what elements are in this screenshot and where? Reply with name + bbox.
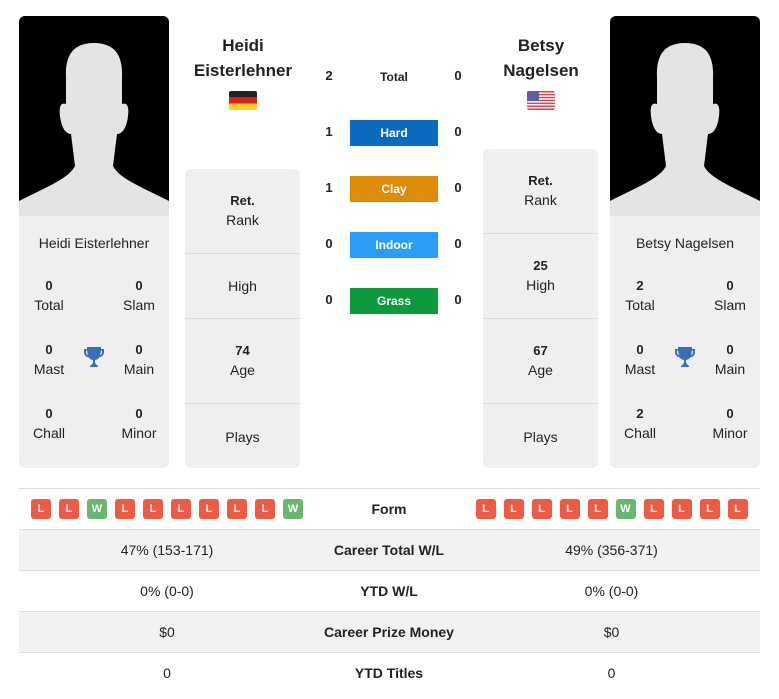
info-rank: Ret. Rank — [483, 149, 598, 234]
comparison-table: LLWLLLLLLW Form LLLLLWLLLL 47% (153-171)… — [19, 488, 760, 693]
value-left: 0% (0-0) — [140, 583, 194, 599]
row-label: Career Total W/L — [333, 542, 445, 558]
titles-mast: 0 Mast — [33, 342, 65, 377]
player-info-right: Ret. Rank 25 High 67 Age Plays — [483, 149, 598, 468]
player-header-left: Heidi Eisterlehner — [178, 33, 308, 115]
form-list-left: LLWLLLLLLW — [19, 499, 315, 519]
titles-minor: 0 Minor — [121, 406, 157, 441]
info-age: 74 Age — [185, 319, 300, 404]
form-loss-badge[interactable]: L — [171, 499, 191, 519]
titles-chall: 2 Chall — [624, 406, 656, 441]
career-prize-money-row: $0 Career Prize Money $0 — [19, 611, 760, 652]
form-list-right: LLLLLWLLLL — [463, 499, 760, 519]
usa-flag-icon — [527, 91, 555, 110]
player-name-link[interactable]: Heidi Eisterlehner — [178, 33, 308, 83]
surface-indoor-badge: Indoor — [350, 232, 438, 258]
form-win-badge[interactable]: W — [87, 499, 107, 519]
form-loss-badge[interactable]: L — [227, 499, 247, 519]
player-full-name: Heidi Eisterlehner — [38, 235, 150, 251]
info-age: 67 Age — [483, 319, 598, 404]
form-win-badge[interactable]: W — [283, 499, 303, 519]
surface-hard-badge: Hard — [350, 120, 438, 146]
form-loss-badge[interactable]: L — [671, 499, 692, 519]
form-loss-badge[interactable]: L — [643, 499, 664, 519]
row-label: YTD W/L — [360, 583, 418, 599]
form-loss-badge[interactable]: L — [31, 499, 51, 519]
ytd-titles-row: 0 YTD Titles 0 — [19, 652, 760, 693]
h2h-row-grass: 0 Grass 0 — [310, 288, 470, 314]
titles-slam: 0 Slam — [123, 278, 155, 313]
trophy-icon — [84, 347, 104, 367]
value-left: 0 — [163, 665, 171, 681]
form-loss-badge[interactable]: L — [255, 499, 275, 519]
row-label: Form — [371, 501, 407, 517]
h2h-row-total: 2 Total 0 — [310, 64, 470, 90]
player-header-right: Betsy Nagelsen — [476, 33, 606, 115]
form-loss-badge[interactable]: L — [503, 499, 524, 519]
titles-main: 0 Main — [123, 342, 155, 377]
form-win-badge[interactable]: W — [615, 499, 636, 519]
form-loss-badge[interactable]: L — [199, 499, 219, 519]
titles-total: 2 Total — [625, 278, 655, 313]
titles-total: 0 Total — [34, 278, 64, 313]
form-loss-badge[interactable]: L — [699, 499, 720, 519]
player-photo-placeholder — [19, 16, 169, 216]
titles-mast: 0 Mast — [624, 342, 656, 377]
player-full-name: Betsy Nagelsen — [635, 235, 735, 251]
surface-grass-badge: Grass — [350, 288, 438, 314]
info-high: 25 High — [483, 234, 598, 319]
titles-slam: 0 Slam — [714, 278, 746, 313]
player-info-left: Ret. Rank High 74 Age Plays — [185, 169, 300, 468]
form-loss-badge[interactable]: L — [727, 499, 748, 519]
form-loss-badge[interactable]: L — [475, 499, 496, 519]
value-right: 0% (0-0) — [584, 583, 639, 599]
info-plays: Plays — [225, 428, 260, 445]
value-right: $0 — [603, 624, 620, 640]
form-loss-badge[interactable]: L — [531, 499, 552, 519]
trophy-icon — [675, 347, 695, 367]
player-name-link[interactable]: Betsy Nagelsen — [476, 33, 606, 83]
player-card-right: Betsy Nagelsen 2 Total 0 Slam 0 Mast 0 M… — [610, 16, 760, 468]
player-card-left: Heidi Eisterlehner 0 Total 0 Slam 0 Mast… — [19, 16, 169, 468]
value-left: $0 — [159, 624, 175, 640]
ytd-wl-row: 0% (0-0) YTD W/L 0% (0-0) — [19, 570, 760, 611]
row-label: YTD Titles — [354, 665, 424, 681]
value-right: 49% (356-371) — [565, 542, 658, 558]
surface-total-label: Total — [380, 70, 408, 84]
titles-chall: 0 Chall — [33, 406, 65, 441]
form-loss-badge[interactable]: L — [587, 499, 608, 519]
info-high: High — [185, 254, 300, 319]
surface-clay-badge: Clay — [350, 176, 438, 202]
form-loss-badge[interactable]: L — [115, 499, 135, 519]
form-row: LLWLLLLLLW Form LLLLLWLLLL — [19, 488, 760, 529]
titles-minor: 0 Minor — [712, 406, 748, 441]
row-label: Career Prize Money — [324, 624, 454, 640]
h2h-row-hard: 1 Hard 0 — [310, 120, 470, 146]
form-loss-badge[interactable]: L — [559, 499, 580, 519]
germany-flag-icon — [229, 91, 257, 110]
value-left: 47% (153-171) — [120, 542, 214, 558]
form-loss-badge[interactable]: L — [143, 499, 163, 519]
value-right: 0 — [607, 665, 616, 681]
silhouette-icon — [610, 43, 760, 216]
titles-grid: 0 Total 0 Slam 0 Mast 0 Main 0 Chall 0 M… — [19, 261, 169, 461]
silhouette-icon — [19, 43, 169, 216]
info-plays: Plays — [523, 428, 558, 445]
h2h-row-clay: 1 Clay 0 — [310, 176, 470, 202]
career-total-wl-row: 47% (153-171) Career Total W/L 49% (356-… — [19, 529, 760, 570]
titles-grid: 2 Total 0 Slam 0 Mast 0 Main 2 Chall 0 M… — [610, 261, 760, 461]
player-photo-placeholder — [610, 16, 760, 216]
h2h-row-indoor: 0 Indoor 0 — [310, 232, 470, 258]
form-loss-badge[interactable]: L — [59, 499, 79, 519]
info-rank: Ret. Rank — [185, 169, 300, 254]
titles-main: 0 Main — [714, 342, 746, 377]
